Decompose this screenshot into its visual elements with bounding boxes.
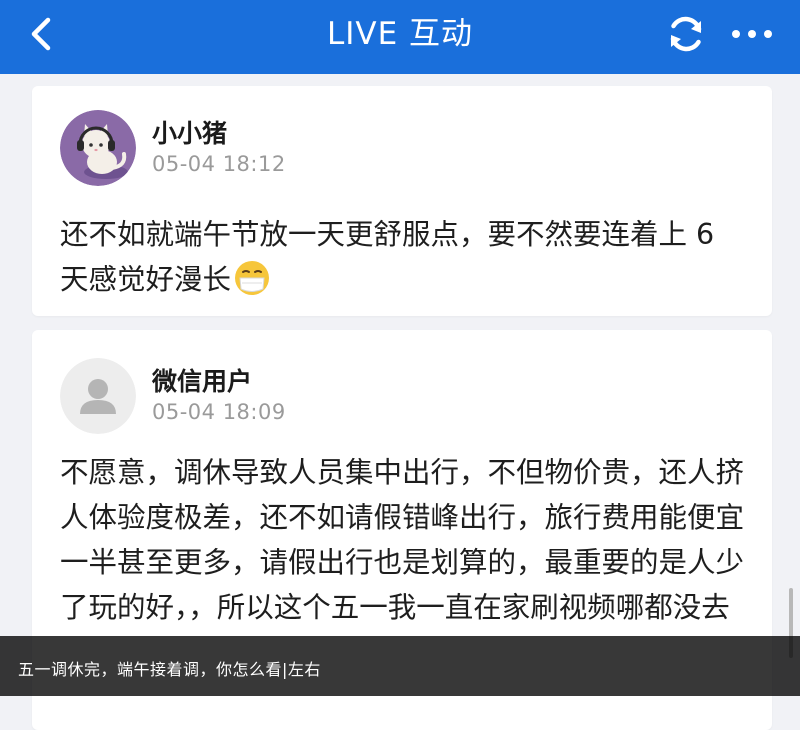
- avatar[interactable]: [60, 358, 136, 434]
- more-dots-icon: [732, 30, 772, 38]
- caption-text: 五一调休完，端午接着调，你怎么看|左右: [18, 660, 321, 679]
- default-user-avatar: [60, 358, 136, 434]
- comment-username: 微信用户: [152, 367, 253, 396]
- cat-headphones-avatar: [60, 110, 136, 186]
- comment-timestamp: 05-04 18:09: [152, 400, 286, 424]
- refresh-button[interactable]: [664, 12, 708, 56]
- comment-timestamp: 05-04 18:12: [152, 152, 286, 176]
- comment-username: 小小猪: [152, 119, 228, 148]
- avatar[interactable]: [60, 110, 136, 186]
- top-nav-bar: LIVE 互动: [0, 0, 800, 74]
- caption-bar: 五一调休完，端午接着调，你怎么看|左右: [0, 636, 800, 696]
- mask-face-emoji: [235, 261, 270, 295]
- more-options-button[interactable]: [726, 14, 778, 54]
- comment-text: 不愿意，调休导致人员集中出行，不但物价贵，还人挤人体验度极差，还不如请假错峰出行…: [60, 456, 745, 624]
- comment-text-block: 还不如就端午节放一天更舒服点，要不然要连着上 6 天感觉好漫长: [60, 212, 750, 302]
- comment-card: 小小猪 05-04 18:12 还不如就端午节放一天更舒服点，要不然要连着上 6…: [32, 86, 772, 316]
- refresh-icon: [670, 16, 702, 52]
- comment-text: 还不如就端午节放一天更舒服点，要不然要连着上 6 天感觉好漫长: [60, 218, 715, 296]
